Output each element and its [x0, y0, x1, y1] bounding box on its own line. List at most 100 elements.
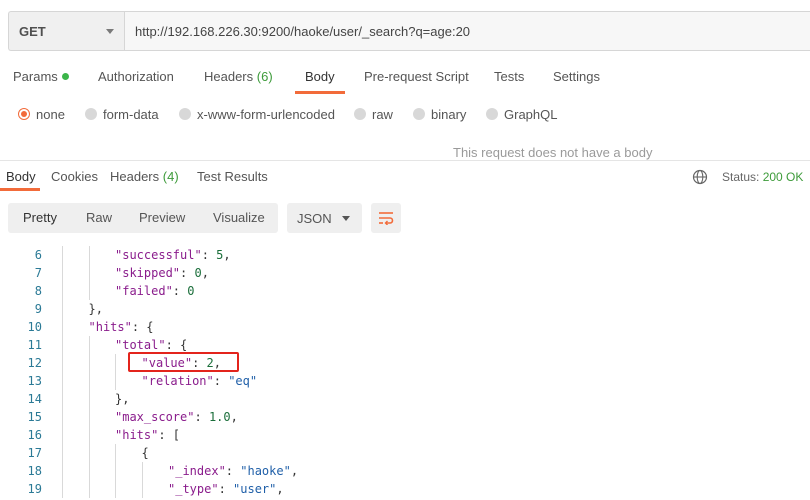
- wrap-lines-button[interactable]: [371, 203, 401, 233]
- code-token: "_index": [168, 464, 226, 478]
- code-token: :: [194, 410, 209, 424]
- no-body-message: This request does not have a body: [453, 145, 653, 160]
- view-visualize-button[interactable]: Visualize: [213, 203, 265, 233]
- radio-binary-label: binary: [431, 106, 467, 122]
- radio-x-www-form-urlencoded[interactable]: x-www-form-urlencoded: [179, 103, 335, 125]
- code-text: "successful": 5,: [115, 246, 231, 264]
- radio-none[interactable]: none: [18, 103, 65, 125]
- code-line: 17 {: [0, 444, 810, 462]
- radio-graphql[interactable]: GraphQL: [486, 103, 557, 125]
- code-line: 16 "hits": [: [0, 426, 810, 444]
- code-token: {: [141, 446, 149, 460]
- code-token: "failed": [115, 284, 173, 298]
- view-preview-button[interactable]: Preview: [139, 203, 185, 233]
- response-tab-body-label: Body: [6, 169, 36, 184]
- radio-urlencoded-label: x-www-form-urlencoded: [197, 106, 335, 122]
- request-tabs: Params Authorization Headers (6) Body Pr…: [0, 62, 810, 94]
- radio-form-data[interactable]: form-data: [85, 103, 159, 125]
- response-tab-test-results-label: Test Results: [197, 169, 268, 184]
- tab-settings[interactable]: Settings: [553, 62, 600, 92]
- tab-body[interactable]: Body: [295, 62, 345, 94]
- response-tab-cookies[interactable]: Cookies: [51, 165, 98, 189]
- tab-tests[interactable]: Tests: [494, 62, 524, 92]
- method-select[interactable]: GET: [8, 11, 124, 51]
- code-token: ,: [230, 410, 238, 424]
- format-label: JSON: [297, 210, 332, 226]
- code-token: "skipped": [115, 266, 181, 280]
- tab-pre-request-script-label: Pre-request Script: [364, 69, 469, 84]
- code-token: "_type": [168, 482, 219, 496]
- radio-form-data-label: form-data: [103, 106, 159, 122]
- value-highlight-box: [128, 352, 239, 372]
- code-token: ,: [276, 482, 284, 496]
- code-token: },: [115, 392, 130, 406]
- chevron-down-icon: [106, 28, 114, 34]
- code-token: 0: [187, 284, 195, 298]
- wrap-lines-icon: [379, 212, 394, 225]
- code-line: 18 "_index": "haoke",: [0, 462, 810, 480]
- radio-icon: [85, 108, 97, 120]
- radio-raw-label: raw: [372, 106, 393, 122]
- line-number: 18: [27, 464, 42, 478]
- response-tab-body[interactable]: Body: [0, 165, 40, 191]
- indent-guide: [115, 444, 116, 498]
- code-token: 0: [194, 266, 202, 280]
- code-line: 8 "failed": 0: [0, 282, 810, 300]
- tab-params[interactable]: Params: [13, 62, 69, 92]
- view-raw-button[interactable]: Raw: [86, 203, 112, 233]
- indent-guide: [62, 246, 63, 498]
- code-token: },: [88, 302, 103, 316]
- code-token: : [: [158, 428, 181, 442]
- tab-body-label: Body: [305, 69, 335, 84]
- code-token: "eq": [228, 374, 258, 388]
- view-pretty-button[interactable]: Pretty: [23, 203, 57, 233]
- code-line: 6 "successful": 5,: [0, 246, 810, 264]
- response-status: Status: 200 OK: [722, 165, 803, 189]
- method-label: GET: [19, 23, 46, 39]
- code-token: :: [172, 284, 188, 298]
- view-mode-group: Pretty Raw Preview Visualize: [8, 203, 278, 233]
- code-line: 15 "max_score": 1.0,: [0, 408, 810, 426]
- code-text: "failed": 0: [115, 282, 194, 300]
- code-token: : {: [131, 320, 154, 334]
- code-token: :: [225, 464, 241, 478]
- indent-guide: [88, 246, 90, 300]
- radio-icon: [354, 108, 366, 120]
- globe-icon[interactable]: [692, 169, 708, 185]
- radio-icon: [413, 108, 425, 120]
- code-token: ,: [201, 266, 209, 280]
- line-number: 14: [27, 392, 42, 406]
- radio-raw[interactable]: raw: [354, 103, 393, 125]
- line-number: 17: [27, 446, 42, 460]
- response-body-viewer[interactable]: 6 "successful": 5, 7 "skipped": 0, 8 "failed"…: [0, 246, 810, 500]
- response-tabs: Body Cookies Headers (4) Test Results: [0, 165, 810, 191]
- code-text: },: [115, 390, 129, 408]
- code-line: 14},: [0, 390, 810, 408]
- response-tab-headers[interactable]: Headers (4): [110, 165, 179, 189]
- tab-settings-label: Settings: [553, 69, 600, 84]
- tab-authorization[interactable]: Authorization: [98, 62, 174, 92]
- code-token: "hits": [115, 428, 159, 442]
- tab-authorization-label: Authorization: [98, 69, 174, 84]
- radio-binary[interactable]: binary: [413, 103, 466, 125]
- tab-pre-request-script[interactable]: Pre-request Script: [364, 62, 469, 92]
- code-line: 12 "value": 2,: [0, 354, 810, 372]
- format-select[interactable]: JSON: [287, 203, 362, 233]
- line-number: 11: [27, 338, 42, 352]
- line-number: 19: [27, 482, 42, 496]
- response-tab-headers-label: Headers: [110, 169, 160, 184]
- line-number: 13: [27, 374, 42, 388]
- tab-headers[interactable]: Headers (6): [204, 62, 273, 92]
- code-line: 11 "total": {: [0, 336, 810, 354]
- code-token: 1.0: [208, 410, 231, 424]
- tab-tests-label: Tests: [494, 69, 525, 84]
- line-number: 9: [34, 302, 42, 316]
- response-tab-test-results[interactable]: Test Results: [197, 165, 268, 189]
- code-line: 7 "skipped": 0,: [0, 264, 810, 282]
- code-token: ,: [290, 464, 299, 478]
- url-input[interactable]: http://192.168.226.30:9200/haoke/user/_s…: [124, 11, 810, 51]
- code-text: },: [89, 300, 103, 318]
- line-number: 7: [34, 266, 42, 280]
- status-value: 200 OK: [762, 170, 804, 184]
- code-token: :: [180, 266, 195, 280]
